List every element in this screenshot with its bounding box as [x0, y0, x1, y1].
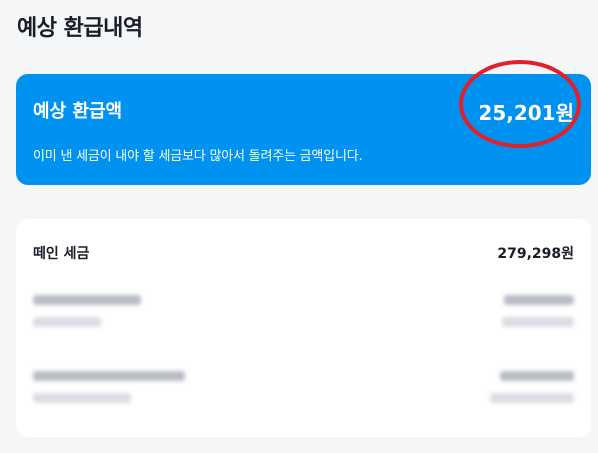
refund-label: 예상 환급액 — [33, 101, 123, 122]
withheld-tax-amount: 279,298원 — [497, 246, 574, 262]
blurred-item-subamount — [490, 393, 574, 403]
blurred-item-subamount — [502, 317, 574, 327]
blurred-tax-item — [33, 369, 574, 409]
blurred-item-amount — [504, 295, 574, 305]
blurred-item-title — [33, 371, 185, 381]
blurred-item-subtitle — [33, 393, 131, 403]
page-title: 예상 환급내역 — [17, 16, 143, 41]
refund-amount: 25,201원 — [478, 101, 574, 125]
blurred-item-title — [33, 295, 141, 305]
blurred-tax-item — [33, 293, 574, 333]
refund-description: 이미 낸 세금이 내야 할 세금보다 많아서 돌려주는 금액입니다. — [33, 149, 363, 164]
blurred-item-subtitle — [33, 317, 101, 327]
blurred-item-amount — [500, 371, 574, 381]
refund-summary-card: 예상 환급액 25,201원 이미 낸 세금이 내야 할 세금보다 많아서 돌려… — [16, 74, 591, 185]
withheld-tax-row: 떼인 세금 279,298원 — [33, 243, 574, 265]
tax-detail-card: 떼인 세금 279,298원 — [16, 219, 591, 437]
withheld-tax-label: 떼인 세금 — [33, 246, 90, 262]
